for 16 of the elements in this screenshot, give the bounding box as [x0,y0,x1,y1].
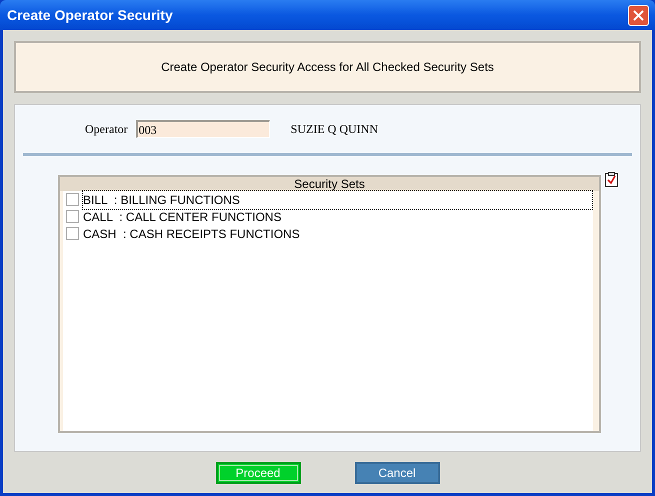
clipboard-check-icon[interactable] [605,172,618,187]
cancel-button[interactable]: Cancel [354,462,440,484]
security-set-item[interactable]: CALL : CALL CENTER FUNCTIONS [82,206,593,226]
checkbox[interactable] [66,193,79,206]
banner-text: Create Operator Security Access for All Checked Security Sets [161,59,494,76]
security-set-item[interactable]: BILL : BILLING FUNCTIONS [82,190,593,210]
operator-name: SUZIE Q QUINN [290,121,378,138]
operator-field[interactable]: 003 [136,120,270,138]
close-icon [633,10,644,20]
window-title: Create Operator Security [6,6,173,25]
checkbox[interactable] [66,210,79,223]
checkbox[interactable] [66,227,79,240]
security-set-item[interactable]: CASH : CASH RECEIPTS FUNCTIONS [82,224,593,244]
close-button[interactable] [628,4,649,26]
column-header: Security Sets [60,177,599,191]
operator-label: Operator [85,121,128,138]
